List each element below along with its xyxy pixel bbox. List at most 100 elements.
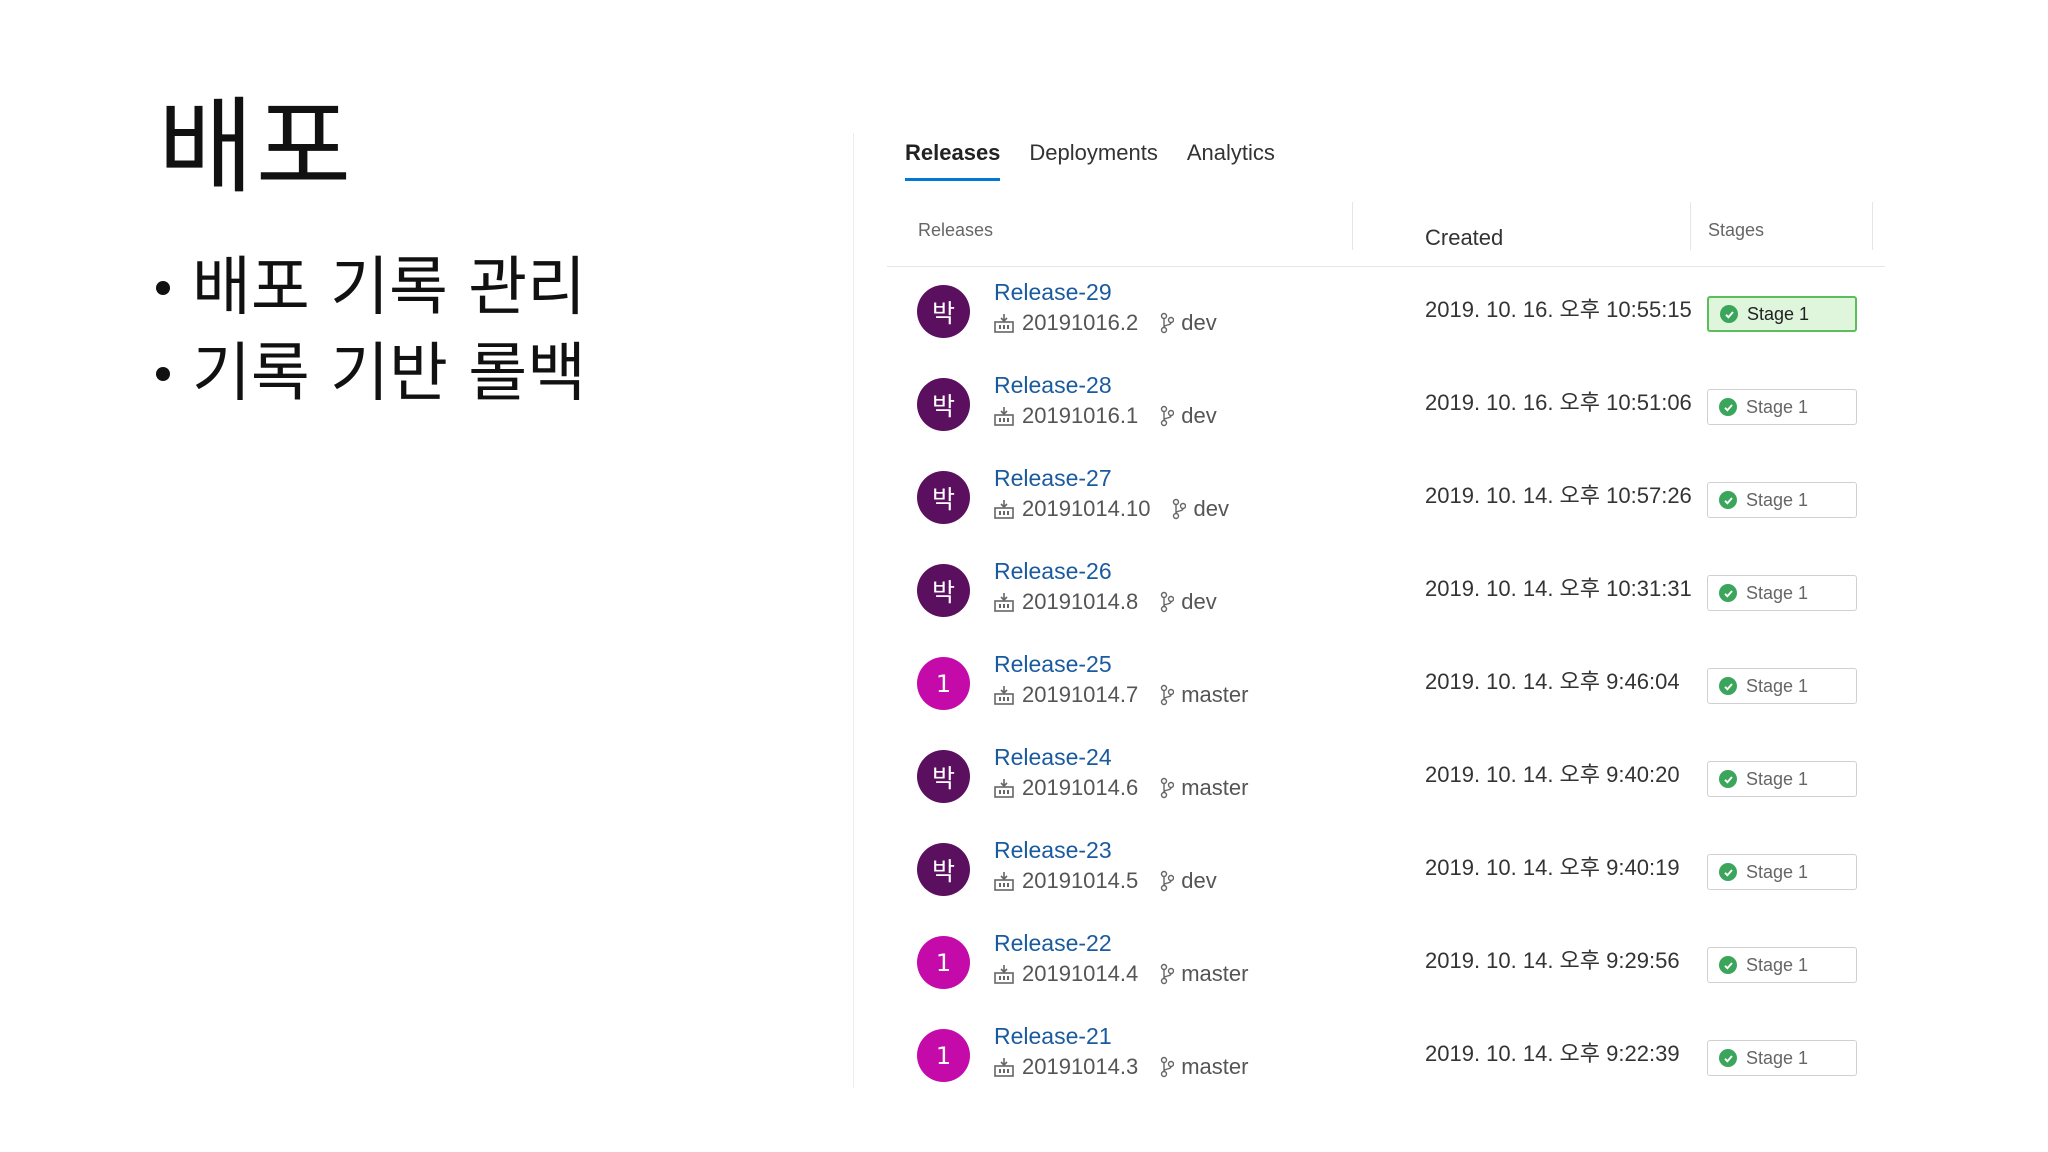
tab-releases[interactable]: Releases [905, 140, 1001, 181]
build-icon [994, 965, 1014, 984]
tab-bar: Releases Deployments Analytics [905, 140, 1304, 181]
branch-icon [1173, 498, 1187, 520]
release-link[interactable]: Release-28 [994, 372, 1112, 399]
table-row[interactable]: 1 Release-21 20191014.3 master 2019. 10. 14.… [887, 1012, 1885, 1105]
avatar: 박 [917, 471, 970, 524]
build-number[interactable]: 20191014.10 [1022, 496, 1150, 522]
check-circle-icon [1719, 584, 1737, 602]
tab-deployments[interactable]: Deployments [1029, 140, 1157, 181]
column-separator[interactable] [1352, 202, 1353, 250]
check-circle-icon [1719, 863, 1737, 881]
stage-status-button[interactable]: Stage 1 [1707, 668, 1857, 704]
check-circle-icon [1719, 398, 1737, 416]
stage-label: Stage 1 [1746, 396, 1809, 417]
table-header: Releases Created Stages [887, 202, 1885, 267]
table-row[interactable]: 박 Release-27 20191014.10 dev 2019. 10. 14. 오… [887, 454, 1885, 547]
build-number[interactable]: 20191014.7 [1022, 682, 1138, 708]
created-date: 2019. 10. 16. 오후 10:51:06 [1425, 390, 1692, 415]
branch-name: master [1181, 775, 1249, 800]
build-icon [994, 872, 1014, 891]
release-link[interactable]: Release-25 [994, 651, 1112, 678]
table-row[interactable]: 1 Release-22 20191014.4 master 2019. 10. 14.… [887, 919, 1885, 1012]
build-icon [994, 779, 1014, 798]
branch-icon [1161, 963, 1175, 985]
stage-label: Stage 1 [1746, 768, 1809, 789]
build-icon [994, 686, 1014, 705]
avatar: 1 [917, 936, 970, 989]
table-row[interactable]: 박 Release-23 20191014.5 dev 2019. 10. 14. 오후… [887, 826, 1885, 919]
created-date: 2019. 10. 14. 오후 10:57:26 [1425, 483, 1692, 508]
stage-status-button[interactable]: Stage 1 [1707, 1040, 1857, 1076]
release-link[interactable]: Release-26 [994, 558, 1112, 585]
build-icon [994, 1058, 1014, 1077]
table-row[interactable]: 박 Release-26 20191014.8 dev 2019. 10. 14. 오후… [887, 547, 1885, 640]
avatar: 박 [917, 285, 970, 338]
branch-name: dev [1193, 496, 1229, 521]
build-number[interactable]: 20191014.8 [1022, 589, 1138, 615]
column-header-releases[interactable]: Releases [918, 218, 993, 242]
column-header-created[interactable]: Created [1425, 226, 1503, 250]
table-row[interactable]: 1 Release-25 20191014.7 master 2019. 10. 14.… [887, 640, 1885, 733]
stage-status-button[interactable]: Stage 1 [1707, 947, 1857, 983]
bullet-item: 배포 기록 관리 [156, 245, 586, 331]
build-number[interactable]: 20191014.5 [1022, 868, 1138, 894]
table-row[interactable]: 박 Release-29 20191016.2 dev 2019. 10. 16. 오후… [887, 268, 1885, 361]
column-header-stages[interactable]: Stages [1708, 218, 1764, 242]
build-number[interactable]: 20191016.1 [1022, 403, 1138, 429]
created-date: 2019. 10. 16. 오후 10:55:15 [1425, 297, 1692, 322]
bullet-item: 기록 기반 롤백 [156, 331, 586, 417]
build-number[interactable]: 20191014.3 [1022, 1054, 1138, 1080]
stage-status-button[interactable]: Stage 1 [1707, 854, 1857, 890]
stage-status-button[interactable]: Stage 1 [1707, 761, 1857, 797]
release-link[interactable]: Release-24 [994, 744, 1112, 771]
releases-list: 박 Release-29 20191016.2 dev 2019. 10. 16. 오후… [887, 268, 1885, 1105]
check-circle-icon [1719, 1049, 1737, 1067]
avatar: 박 [917, 564, 970, 617]
stage-label: Stage 1 [1746, 954, 1809, 975]
build-icon [994, 407, 1014, 426]
tab-analytics[interactable]: Analytics [1187, 140, 1275, 181]
build-number[interactable]: 20191014.4 [1022, 961, 1138, 987]
branch-name: dev [1181, 403, 1217, 428]
column-separator[interactable] [1690, 202, 1691, 250]
avatar: 1 [917, 657, 970, 710]
release-meta: 20191014.7 master [994, 682, 1248, 708]
release-link[interactable]: Release-27 [994, 465, 1112, 492]
build-number[interactable]: 20191014.6 [1022, 775, 1138, 801]
branch-icon [1161, 1056, 1175, 1078]
build-number[interactable]: 20191016.2 [1022, 310, 1138, 336]
build-icon [994, 593, 1014, 612]
table-row[interactable]: 박 Release-24 20191014.6 master 2019. 10. 14.… [887, 733, 1885, 826]
build-icon [994, 500, 1014, 519]
created-date: 2019. 10. 14. 오후 9:22:39 [1425, 1041, 1680, 1066]
stage-label: Stage 1 [1746, 675, 1809, 696]
release-meta: 20191014.5 dev [994, 868, 1217, 894]
stage-label: Stage 1 [1746, 1047, 1809, 1068]
build-icon [994, 314, 1014, 333]
bullet-dot [156, 281, 170, 295]
stage-status-button[interactable]: Stage 1 [1707, 575, 1857, 611]
release-meta: 20191014.10 dev [994, 496, 1229, 522]
release-link[interactable]: Release-21 [994, 1023, 1112, 1050]
release-link[interactable]: Release-22 [994, 930, 1112, 957]
release-meta: 20191014.4 master [994, 961, 1248, 987]
slide-title: 배포 [158, 86, 354, 208]
stage-label: Stage 1 [1746, 582, 1809, 603]
stage-label: Stage 1 [1747, 303, 1810, 324]
avatar: 박 [917, 378, 970, 431]
branch-name: dev [1181, 589, 1217, 614]
release-link[interactable]: Release-29 [994, 279, 1112, 306]
bullet-text: 기록 기반 롤백 [192, 337, 586, 411]
stage-status-button[interactable]: Stage 1 [1707, 296, 1857, 332]
branch-name: master [1181, 961, 1249, 986]
stage-status-button[interactable]: Stage 1 [1707, 482, 1857, 518]
release-link[interactable]: Release-23 [994, 837, 1112, 864]
created-date: 2019. 10. 14. 오후 9:29:56 [1425, 948, 1680, 973]
table-row[interactable]: 박 Release-28 20191016.1 dev 2019. 10. 16. 오후… [887, 361, 1885, 454]
stage-status-button[interactable]: Stage 1 [1707, 389, 1857, 425]
release-meta: 20191016.1 dev [994, 403, 1217, 429]
bullet-text: 배포 기록 관리 [192, 251, 586, 325]
created-date: 2019. 10. 14. 오후 9:40:19 [1425, 855, 1680, 880]
column-separator[interactable] [1872, 202, 1873, 250]
branch-name: master [1181, 1054, 1249, 1079]
